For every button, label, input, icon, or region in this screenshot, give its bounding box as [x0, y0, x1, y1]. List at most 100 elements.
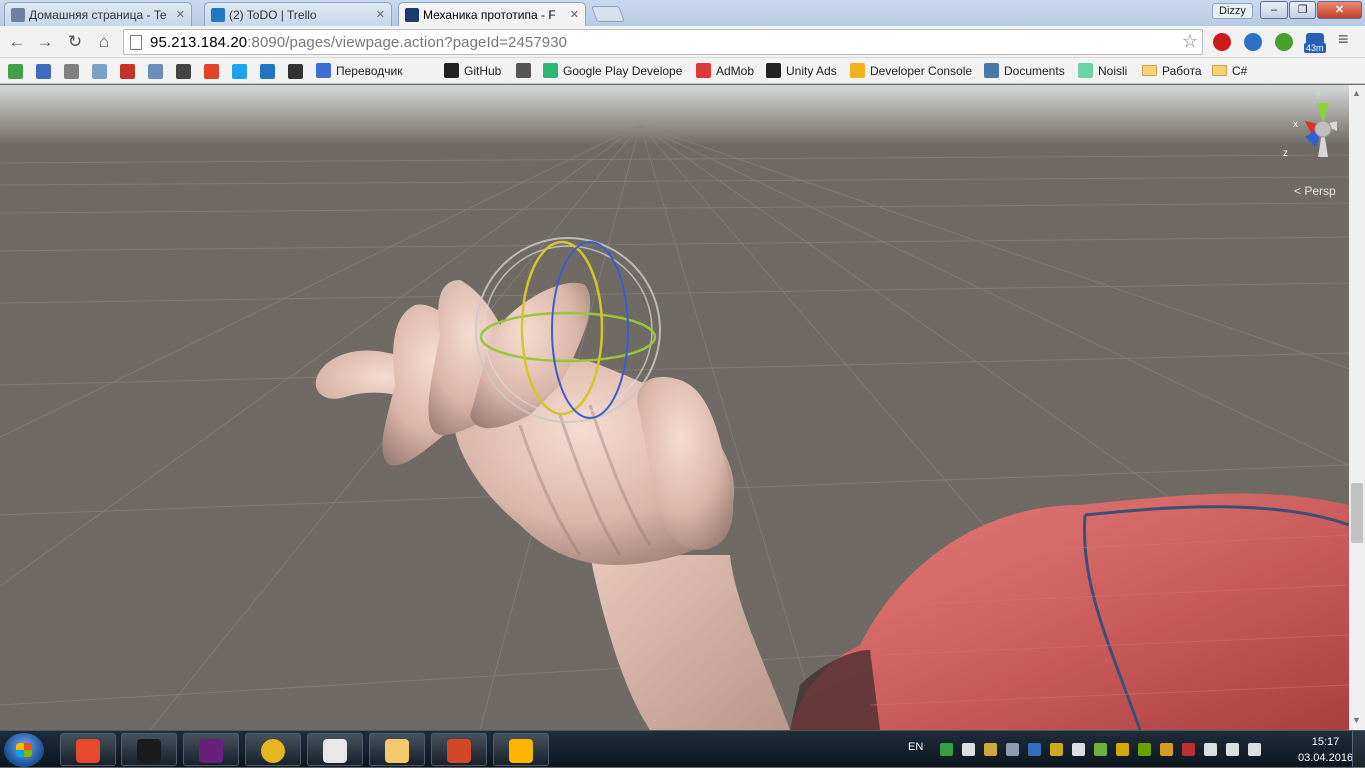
perspective-label[interactable]: < Persp	[1294, 184, 1336, 198]
bookmark-item[interactable]: Google Play Develope	[543, 62, 682, 80]
scroll-down-arrow[interactable]: ▼	[1352, 715, 1361, 725]
reload-button[interactable]: ↻	[64, 31, 86, 53]
scroll-thumb[interactable]	[1351, 483, 1363, 543]
tray-icon[interactable]	[1072, 743, 1085, 756]
address-url[interactable]: 95.213.184.20:8090/pages/viewpage.action…	[150, 34, 567, 51]
maximize-button[interactable]: ❐	[1289, 1, 1316, 19]
confluence-icon	[405, 8, 419, 22]
unity-scene-view[interactable]: y x z < Persp	[0, 85, 1349, 730]
bookmark-item[interactable]: Переводчик	[316, 62, 403, 80]
flash-taskbar-button[interactable]	[493, 733, 549, 766]
page-icon	[130, 35, 142, 50]
bookmark-item[interactable]: Developer Console	[850, 62, 972, 80]
tab-title: (2) ToDO | Trello	[229, 8, 317, 22]
home-button[interactable]: ⌂	[93, 31, 115, 53]
bookmark-icon[interactable]	[120, 64, 135, 79]
gizmo-x-label: x	[1293, 119, 1298, 130]
page-scrollbar[interactable]: ▲ ▼	[1349, 85, 1365, 730]
timer-icon[interactable]: 43m	[1304, 33, 1326, 53]
bookmark-item[interactable]: GitHub	[444, 62, 501, 80]
tray-icon[interactable]	[1182, 743, 1195, 756]
bookmark-item[interactable]: Noisli	[1078, 62, 1127, 80]
profile-button[interactable]: Dizzy	[1212, 3, 1253, 19]
chrome-taskbar-button[interactable]	[245, 733, 301, 766]
trello-icon	[211, 8, 225, 22]
minimize-button[interactable]: –	[1260, 1, 1288, 19]
tray-icon[interactable]	[1028, 743, 1041, 756]
bookmark-label: AdMob	[716, 64, 755, 78]
back-button[interactable]: ←	[6, 31, 28, 53]
show-desktop-button[interactable]	[1352, 731, 1365, 768]
address-bar[interactable]: 95.213.184.20:8090/pages/viewpage.action…	[123, 29, 1203, 55]
forward-button[interactable]: →	[34, 31, 56, 53]
bookmark-icon[interactable]	[8, 64, 23, 79]
clock-time: 15:17	[1311, 736, 1340, 748]
unity-taskbar-button[interactable]	[121, 733, 177, 766]
tray-icon[interactable]	[1116, 743, 1129, 756]
bookmark-icon[interactable]	[92, 64, 107, 79]
tray-icon[interactable]	[1248, 743, 1261, 756]
system-clock[interactable]: 15:17 03.04.2016	[1298, 734, 1353, 766]
bookmark-label: Documents	[1004, 64, 1065, 78]
browser-toolbar: ← → ↻ ⌂ 95.213.184.20:8090/pages/viewpag…	[0, 26, 1365, 58]
tray-icon[interactable]	[1160, 743, 1173, 756]
tab-prototype-mechanics[interactable]: Механика прототипа - F ✕	[398, 2, 586, 26]
bookmark-icon[interactable]	[176, 64, 191, 79]
tray-icon[interactable]	[1050, 743, 1063, 756]
bookmark-label: Google Play Develope	[563, 64, 683, 78]
bookmark-item[interactable]: Unity Ads	[766, 62, 837, 80]
start-button[interactable]	[4, 733, 44, 767]
bookmark-label: Работа	[1162, 64, 1202, 78]
opera-icon[interactable]	[1213, 33, 1231, 51]
tab-title: Механика прототипа - F	[423, 8, 556, 22]
confluence-icon	[11, 8, 25, 22]
bookmark-icon[interactable]	[148, 64, 163, 79]
bookmark-icon	[850, 63, 865, 78]
tab-trello[interactable]: (2) ToDO | Trello ✕	[204, 2, 392, 26]
tray-icon[interactable]	[1226, 743, 1239, 756]
menu-icon[interactable]: ≡	[1338, 29, 1356, 49]
bookmark-icon[interactable]	[288, 64, 303, 79]
close-icon[interactable]: ✕	[376, 8, 385, 21]
tab-home-page[interactable]: Домашняя страница - Te ✕	[4, 2, 192, 26]
bookmark-icon[interactable]	[204, 64, 219, 79]
browser-titlebar: Домашняя страница - Te ✕ (2) ToDO | Trel…	[0, 0, 1365, 26]
folder-icon	[1142, 65, 1157, 76]
bookmark-folder[interactable]: C#	[1212, 62, 1247, 80]
evernote-icon[interactable]	[1275, 33, 1293, 51]
bookmark-label: C#	[1232, 64, 1248, 78]
tray-icon[interactable]	[1138, 743, 1151, 756]
language-indicator[interactable]: EN	[908, 741, 923, 753]
tray-icon[interactable]	[984, 743, 997, 756]
tray-icon[interactable]	[962, 743, 975, 756]
visual-studio-icon	[199, 739, 223, 763]
bookmark-item[interactable]: AdMob	[696, 62, 754, 80]
visual-studio-taskbar-button[interactable]	[183, 733, 239, 766]
bookmarks-bar: Переводчик GitHub Google Play Develope AdMo…	[0, 58, 1365, 84]
bookmark-icon[interactable]	[36, 64, 51, 79]
bookmark-item[interactable]	[516, 62, 536, 80]
bookmark-icon[interactable]	[64, 64, 79, 79]
git-taskbar-button[interactable]	[60, 733, 116, 766]
tray-icon[interactable]	[1006, 743, 1019, 756]
new-tab-button[interactable]	[591, 6, 625, 22]
scroll-up-arrow[interactable]: ▲	[1352, 88, 1361, 98]
gizmo-y-label: y	[1316, 88, 1321, 99]
powerpoint-taskbar-button[interactable]	[431, 733, 487, 766]
bookmark-item[interactable]: Documents	[984, 62, 1065, 80]
bookmark-star-icon[interactable]: ☆	[1182, 31, 1198, 52]
slack-taskbar-button[interactable]	[307, 733, 363, 766]
tray-icon[interactable]	[1204, 743, 1217, 756]
bookmark-icon	[696, 63, 711, 78]
bookmark-icon[interactable]	[232, 64, 247, 79]
bookmark-folder[interactable]: Работа	[1142, 62, 1202, 80]
close-icon[interactable]: ✕	[176, 8, 185, 21]
bookmark-icon	[984, 63, 999, 78]
file-explorer-taskbar-button[interactable]	[369, 733, 425, 766]
itunes-icon[interactable]	[1244, 33, 1262, 51]
close-window-button[interactable]: ✕	[1317, 1, 1362, 19]
tray-icon[interactable]	[940, 743, 953, 756]
bookmark-icon[interactable]	[260, 64, 275, 79]
tray-icon[interactable]	[1094, 743, 1107, 756]
close-icon[interactable]: ✕	[570, 8, 579, 21]
